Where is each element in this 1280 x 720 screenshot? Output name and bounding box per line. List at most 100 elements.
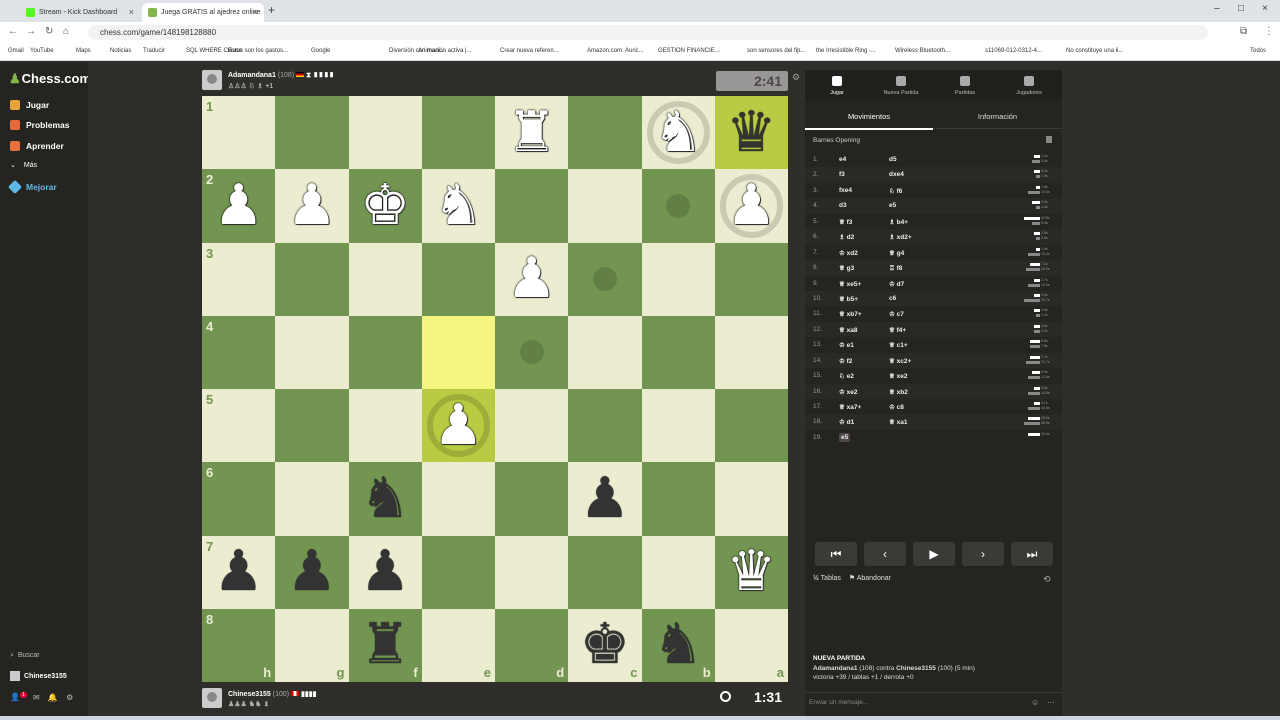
board-square[interactable] [348,389,422,463]
board-square[interactable]: b ♞ [641,608,715,682]
avatar[interactable] [202,70,222,90]
white-move[interactable]: ♕ xe5+ [839,280,861,288]
white-king-icon[interactable]: ♚ [360,177,410,234]
white-knight-icon[interactable]: ♞ [653,104,703,161]
board-square[interactable]: ♞ [421,169,495,243]
draw-button[interactable]: ½ Tablas [813,575,841,582]
board-square[interactable] [641,462,715,536]
tab-informacion[interactable]: Información [933,112,1062,121]
next-move-button[interactable]: › [962,542,1004,566]
black-pawn-icon[interactable]: ♟ [580,470,630,527]
board-square[interactable]: 8h [202,608,276,682]
board-square[interactable]: 7 ♟ [202,535,276,609]
bookmark-item[interactable]: Crear nueva referen... [500,48,559,54]
board-square[interactable] [348,315,422,389]
board-square[interactable] [275,315,349,389]
board-square[interactable] [714,462,788,536]
board-square[interactable]: 6 [202,462,276,536]
black-move[interactable]: ♕ g4 [889,249,904,257]
black-move[interactable]: dxe4 [889,171,904,178]
black-queen-icon[interactable]: ♛ [726,104,776,161]
maximize-icon[interactable]: □ [1238,3,1244,14]
search-link[interactable]: ⌕ Buscar [10,652,40,660]
chesscom-logo[interactable]: ♟Chess.com [9,71,91,87]
board-square[interactable] [495,169,569,243]
sidebar-item-aprender[interactable]: Aprender [10,141,64,151]
board-square[interactable]: f ♜ [348,608,422,682]
bell-icon[interactable]: 🔔 [48,693,58,702]
black-move[interactable]: ♘ f6 [889,187,902,195]
board-square[interactable] [421,462,495,536]
board-square[interactable] [714,242,788,316]
board-square[interactable] [421,315,495,389]
player-name[interactable]: Adamandana1 (108) ⧗ ▮▮▮▮ [228,72,334,80]
board-square[interactable]: ♚ [348,169,422,243]
browser-tab-kick[interactable]: Stream - Kick Dashboard × [20,3,140,22]
board-square[interactable]: ♟ [275,169,349,243]
reload-icon[interactable]: ↻ [45,26,53,37]
user-link[interactable]: Chinese3155 [10,671,67,681]
board-square[interactable]: d [495,608,569,682]
board-settings-icon[interactable]: ⚙ [792,72,800,83]
white-pawn-icon[interactable]: ♟ [726,177,776,234]
black-move[interactable]: ♕ xc2+ [889,357,911,365]
sidebar-item-problemas[interactable]: Problemas [10,120,69,130]
black-move[interactable]: d5 [889,156,897,163]
home-icon[interactable]: ⌂ [63,26,69,37]
friends-icon[interactable]: 👤 [10,693,20,702]
url-input[interactable]: chess.com/game/148198128880 [88,25,1208,40]
white-pawn-icon[interactable]: ♟ [214,177,264,234]
board-square[interactable]: ♞ [641,96,715,170]
chess-board[interactable]: 1 ♜ ♞ ♛ 2 ♟ ♟ ♚ ♞ ♟ 3 ♟ 4 5 ♟ 6 ♞ ♟ 7 ♟ ♟ ♟ ♛ 8 h g f ♜ e d c ♚ b ♞ a [202,96,788,682]
player-name[interactable]: Chinese3155 (100) ▮▮▮▮ [228,690,316,698]
bookmark-item[interactable]: Estos son los gastos... [228,48,288,54]
board-square[interactable]: 3 [202,242,276,316]
extensions-icon[interactable]: ⧉ [1240,26,1247,37]
tab-nueva-partida[interactable]: Nueva Partida [869,70,933,100]
sidebar-item-mas[interactable]: ⌄ Más [10,161,37,170]
black-move[interactable]: c6 [889,295,896,302]
board-square[interactable] [568,535,642,609]
tab-jugadores[interactable]: Jugadores [997,70,1061,100]
first-move-button[interactable]: ⏮ [815,542,857,566]
white-move[interactable]: d3 [839,202,847,209]
mail-icon[interactable]: ✉ [33,693,40,702]
bookmark-item[interactable]: Todos [1250,48,1266,54]
last-move-button[interactable]: ⏭ [1011,542,1053,566]
gear-icon[interactable]: ⚙ [66,693,73,702]
bookmark-item[interactable]: Wireless Bluetooth... [895,48,950,54]
black-pawn-icon[interactable]: ♟ [214,544,264,600]
bookmark-item[interactable]: No constituye una li... [1066,48,1123,54]
board-square[interactable] [495,389,569,463]
white-move[interactable]: ♔ f2 [839,357,852,365]
white-move[interactable]: e4 [839,156,846,163]
new-tab-button[interactable]: + [268,3,275,17]
white-move[interactable]: f3 [839,171,845,178]
board-square[interactable] [421,242,495,316]
board-square[interactable]: ♛ [714,96,788,170]
board-square[interactable] [348,96,422,170]
more-icon[interactable]: ⋯ [1047,698,1055,707]
white-move[interactable]: ♕ f3 [839,218,852,226]
white-queen-icon[interactable]: ♛ [726,544,776,600]
board-square[interactable] [495,535,569,609]
board-square[interactable] [275,389,349,463]
white-rook-icon[interactable]: ♜ [507,104,557,161]
board-square[interactable]: e [421,608,495,682]
black-move[interactable]: ♕ xb2 [889,388,908,396]
black-move[interactable]: ♕ xe2 [889,372,907,380]
flip-board-icon[interactable]: ⟲ [1043,574,1051,585]
black-pawn-icon[interactable]: ♟ [360,544,410,600]
white-move[interactable]: e5 [839,432,851,442]
black-move[interactable]: ♖ f8 [889,264,902,272]
white-move[interactable]: ♕ b5+ [839,295,858,303]
black-move[interactable]: ♕ f4+ [889,326,906,334]
bookmark-item[interactable]: the Irresistible Ring -... [816,48,876,54]
white-move[interactable]: ♕ xa8 [839,326,857,334]
board-square[interactable]: ♟ [495,242,569,316]
white-knight-icon[interactable]: ♞ [433,177,483,234]
white-move[interactable]: ♘ e2 [839,372,854,380]
black-pawn-icon[interactable]: ♟ [287,544,337,600]
board-square[interactable]: ♟ [568,462,642,536]
board-square[interactable] [568,96,642,170]
